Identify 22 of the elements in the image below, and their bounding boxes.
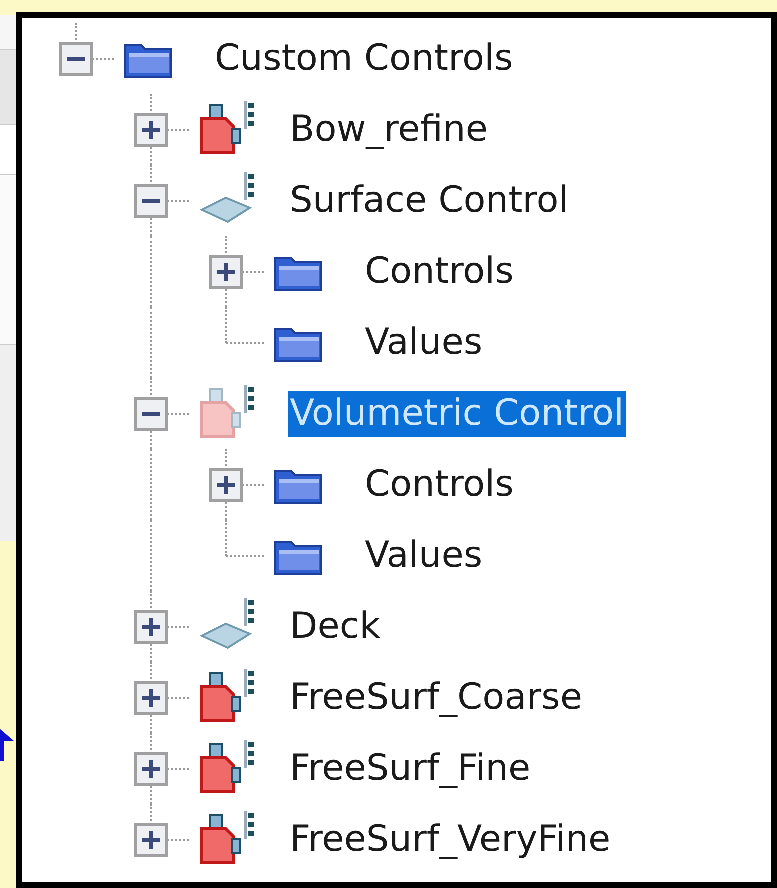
collapse-toggle[interactable] <box>134 184 168 218</box>
tree-item-label[interactable]: Values <box>363 532 485 578</box>
expand-toggle[interactable] <box>209 468 243 502</box>
tree-item-label[interactable]: Volumetric Control <box>288 390 626 436</box>
collapse-toggle[interactable] <box>59 42 93 76</box>
tree-item-label[interactable]: Controls <box>363 248 516 294</box>
expand-toggle[interactable] <box>134 681 168 715</box>
tree-item-label[interactable]: FreeSurf_VeryFine <box>288 816 613 862</box>
tree-item-label[interactable]: FreeSurf_Coarse <box>288 674 584 720</box>
tree-item-label[interactable]: Bow_refine <box>288 106 490 152</box>
collapse-toggle[interactable] <box>134 397 168 431</box>
tree-item-label[interactable]: Controls <box>363 462 516 508</box>
expand-toggle[interactable] <box>134 113 168 147</box>
tree-item-label[interactable]: Deck <box>288 604 383 650</box>
tree-item-label[interactable]: Values <box>363 320 485 366</box>
tree-item-label[interactable]: Custom Controls <box>213 36 516 82</box>
expand-toggle[interactable] <box>209 255 243 289</box>
tree-item-label[interactable]: FreeSurf_Fine <box>288 746 533 792</box>
expand-toggle[interactable] <box>134 610 168 644</box>
expand-toggle[interactable] <box>134 823 168 857</box>
tree-item-label[interactable]: Surface Control <box>288 178 571 224</box>
expand-toggle[interactable] <box>134 752 168 786</box>
